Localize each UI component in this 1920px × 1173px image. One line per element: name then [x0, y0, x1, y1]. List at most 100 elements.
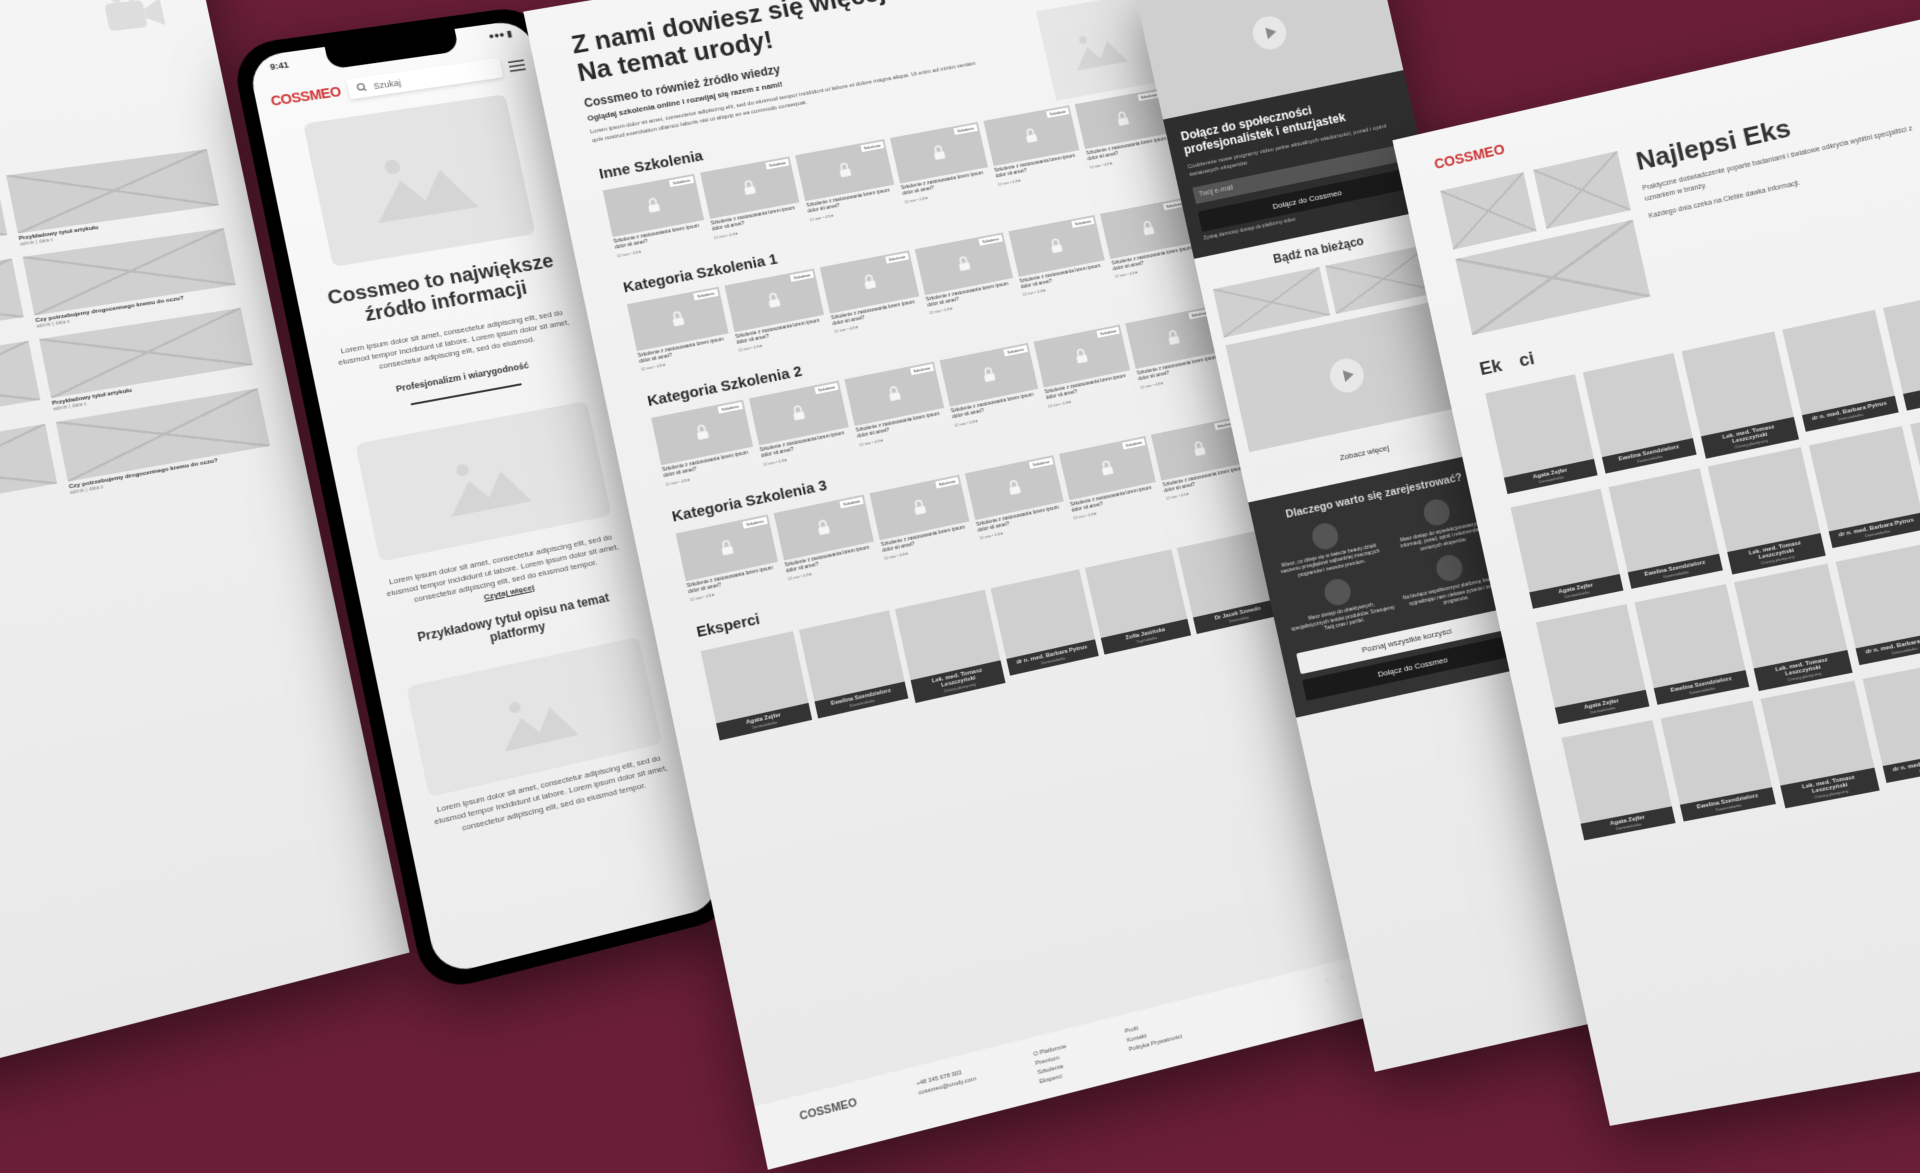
lock-icon: [643, 195, 665, 216]
expert-card[interactable]: Agata ZejferDermatolożka: [1485, 374, 1599, 500]
course-card[interactable]: SzkolenieSzkolenie z zastosowania lorem …: [676, 514, 783, 602]
course-card[interactable]: SzkolenieSzkolenie z zastosowania lorem …: [870, 474, 974, 561]
brand-logo[interactable]: COSSMEO: [269, 83, 342, 108]
footer: COSSMEO +48 345 678 903 cossmeo@urody.co…: [755, 945, 1415, 1169]
course-card[interactable]: SzkolenieSzkolenie z zastosowania lorem …: [820, 250, 924, 334]
lock-icon: [884, 383, 905, 404]
course-card[interactable]: SzkolenieSzkolenie z zastosowania lorem …: [965, 455, 1068, 541]
lock-icon: [716, 536, 738, 558]
expert-card[interactable]: Zofia JasińskaTrycholożka: [1085, 549, 1193, 660]
article-thumb[interactable]: [0, 258, 24, 349]
expert-card[interactable]: Ewelina SzendzielorzKosmetolożka: [799, 610, 910, 724]
course-card[interactable]: SzkolenieSzkolenie z zastosowania lorem …: [1059, 435, 1161, 520]
expert-card[interactable]: dr n. med. Barbara PytrusDermatolożka: [1782, 310, 1900, 438]
course-card[interactable]: SzkolenieSzkolenie z zastosowania lorem …: [749, 381, 854, 467]
course-card[interactable]: SzkolenieSzkolenie z zastosowania lorem …: [890, 122, 992, 204]
badge: Szkolenie: [1046, 107, 1069, 118]
expert-card[interactable]: Agata ZejferDermatolożka: [1536, 604, 1651, 730]
feature-icon: [1309, 521, 1340, 552]
badge: Szkolenie: [839, 496, 863, 508]
lock-icon: [1163, 327, 1184, 347]
badge: Szkolenie: [935, 477, 959, 489]
hero-image: [303, 94, 536, 267]
footer-logo: COSSMEO: [798, 1096, 862, 1144]
lock-icon: [739, 177, 760, 198]
expert-card[interactable]: dr n. med. Barbara PytrusDermatolożka: [991, 569, 1100, 681]
course-card[interactable]: SzkolenieSzkolenie z zastosowania lorem …: [700, 156, 804, 239]
expert-card[interactable]: Lek. med. Tomasz LeszczyńskiChirurg plas…: [895, 590, 1005, 703]
article-thumb[interactable]: [0, 341, 40, 435]
status-time: 9:41: [269, 60, 290, 73]
lock-icon: [1097, 457, 1118, 478]
badge: Szkolenie: [1071, 217, 1094, 228]
lock-icon: [1071, 346, 1092, 367]
expert-card[interactable]: Agata ZejferDermatolożka: [1562, 720, 1678, 846]
expert-card[interactable]: dr n. med. Barbara PytrusDermatolożka: [1808, 426, 1920, 554]
lock-icon: [1189, 438, 1210, 459]
badge: Szkolenie: [979, 234, 1003, 245]
expert-photo: [1761, 681, 1874, 786]
expert-photo: [1835, 543, 1920, 648]
expert-photo: [1609, 468, 1720, 572]
search-icon: [355, 82, 368, 94]
expert-card[interactable]: Ewelina SzendzielorzKosmetolożka: [1583, 353, 1698, 479]
expert-card[interactable]: Ewelina SzendzielorzKosmetolożka: [1635, 584, 1751, 711]
expert-photo: [1808, 426, 1920, 531]
expert-photo: [1862, 661, 1920, 766]
feature-icon: [1322, 577, 1353, 608]
lock-icon: [667, 308, 689, 329]
expert-photo: [1734, 564, 1847, 669]
expert-card[interactable]: Agata ZejferDermatolożka: [1510, 489, 1624, 615]
expert-card[interactable]: Ewelina SzendzielorzKosmetolożka: [1609, 468, 1725, 595]
course-card[interactable]: SzkolenieSzkolenie z zastosowania lorem …: [651, 400, 757, 487]
expert-photo: [1635, 584, 1746, 688]
lock-icon: [1113, 109, 1134, 129]
expert-card[interactable]: dr n. med. Barbara PytrusDermatolożka: [1835, 543, 1920, 671]
course-card[interactable]: SzkolenieSzkolenie z zastosowania lorem …: [915, 232, 1018, 315]
expert-card[interactable]: Lek. med. Tomasz LeszczyńskiChirurg plas…: [1761, 681, 1879, 809]
badge: Szkolenie: [885, 252, 909, 263]
article-thumb[interactable]: [0, 177, 7, 265]
badge: Szkolenie: [1096, 327, 1120, 338]
course-card[interactable]: SzkolenieSzkolenie z zastosowania lorem …: [603, 174, 709, 258]
lock-icon: [691, 422, 713, 443]
badge: Szkolenie: [860, 141, 884, 152]
camera-icon: [102, 0, 172, 40]
course-card[interactable]: SzkolenieSzkolenie z zastosowania lorem …: [1008, 214, 1110, 297]
menu-icon[interactable]: [508, 59, 526, 72]
badge: Szkolenie: [814, 383, 838, 394]
expert-card[interactable]: Agata ZejferDermatolożka: [701, 631, 813, 746]
expert-card[interactable]: Lek. med. Tomasz LeszczyńskiChirurg plas…: [1708, 447, 1825, 574]
expert-card[interactable]: Ewelina SzendzielorzKosmetolożka: [1661, 700, 1778, 827]
feature-icon: [1421, 497, 1452, 528]
badge: Szkolenie: [790, 270, 814, 281]
expert-photo: [1661, 700, 1773, 804]
course-card[interactable]: SzkolenieSzkolenie z zastosowania lorem …: [627, 286, 733, 371]
course-card[interactable]: SzkolenieSzkolenie z zastosowania lorem …: [795, 139, 898, 222]
expert-photo: [1708, 447, 1820, 552]
lock-icon: [953, 253, 974, 273]
play-icon: [1250, 13, 1290, 52]
lock-icon: [764, 289, 785, 310]
expert-photo: [1562, 720, 1672, 824]
lock-icon: [834, 160, 855, 180]
course-card[interactable]: SzkolenieSzkolenie z zastosowania lorem …: [773, 494, 878, 581]
badge: Szkolenie: [718, 402, 743, 413]
badge: Szkolenie: [765, 159, 789, 170]
course-card[interactable]: SzkolenieSzkolenie z zastosowania lorem …: [845, 362, 949, 447]
course-card[interactable]: SzkolenieSzkolenie z zastosowania lorem …: [940, 343, 1043, 428]
course-card[interactable]: SzkolenieSzkolenie z zastosowania lorem …: [983, 105, 1084, 186]
feature: Masz dostęp do obiektywnych, specjalisty…: [1282, 568, 1397, 639]
lock-icon: [1046, 235, 1067, 255]
course-card[interactable]: SzkolenieSzkolenie z zastosowania lorem …: [1033, 324, 1135, 408]
course-card[interactable]: SzkolenieSzkolenie z zastosowania lorem …: [724, 268, 829, 353]
lock-icon: [1138, 218, 1159, 238]
expert-card[interactable]: Lek. med. Tomasz LeszczyńskiChirurg plas…: [1734, 564, 1852, 691]
expert-card[interactable]: Lek. med. Tomasz LeszczyńskiChirurg plas…: [1682, 332, 1799, 459]
lock-icon: [1004, 476, 1025, 497]
hero-thumb: [1440, 172, 1536, 249]
expert-photo: [1510, 489, 1619, 593]
badge: Szkolenie: [1122, 438, 1146, 449]
badge: Szkolenie: [669, 176, 694, 187]
lock-icon: [909, 496, 930, 517]
